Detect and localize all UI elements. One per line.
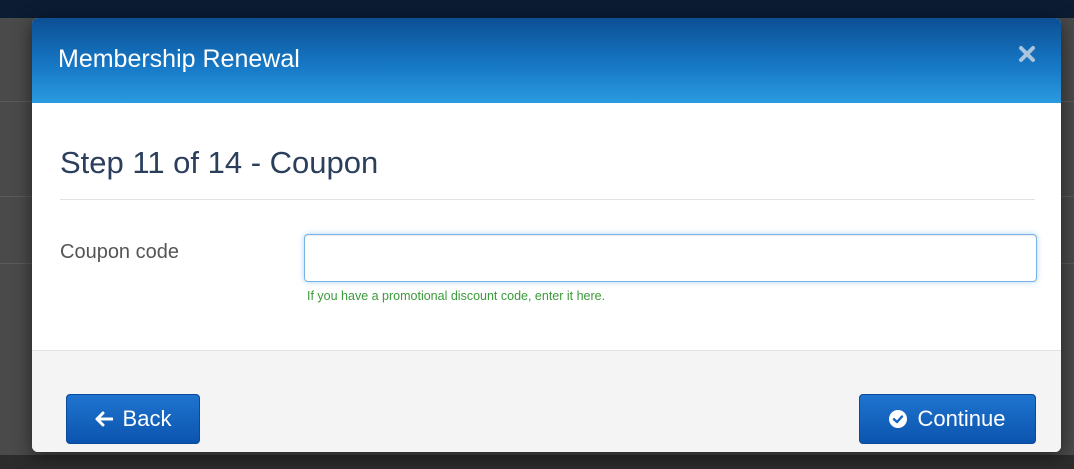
divider — [60, 199, 1035, 200]
continue-button[interactable]: Continue — [859, 394, 1036, 444]
check-circle-icon — [889, 410, 908, 428]
back-button[interactable]: Back — [66, 394, 200, 444]
coupon-code-label: Coupon code — [60, 241, 179, 263]
modal-title: Membership Renewal — [58, 45, 300, 73]
arrow-left-icon — [95, 411, 113, 427]
back-button-label: Back — [122, 406, 172, 431]
membership-renewal-modal: Membership Renewal Step 11 of 14 - Coupo… — [32, 18, 1061, 452]
coupon-code-input[interactable] — [304, 234, 1037, 282]
background-top-bar — [0, 0, 1074, 18]
background-bottom-bar — [0, 455, 1074, 469]
close-icon-glyph — [1019, 46, 1035, 62]
close-icon[interactable] — [1015, 42, 1039, 66]
modal-footer: Back Continue — [32, 350, 1061, 452]
coupon-help-text: If you have a promotional discount code,… — [307, 289, 606, 303]
modal-body: Step 11 of 14 - Coupon Coupon code If yo… — [32, 103, 1061, 350]
continue-button-label: Continue — [917, 406, 1006, 431]
step-title: Step 11 of 14 - Coupon — [60, 145, 379, 180]
modal-header: Membership Renewal — [32, 18, 1061, 103]
